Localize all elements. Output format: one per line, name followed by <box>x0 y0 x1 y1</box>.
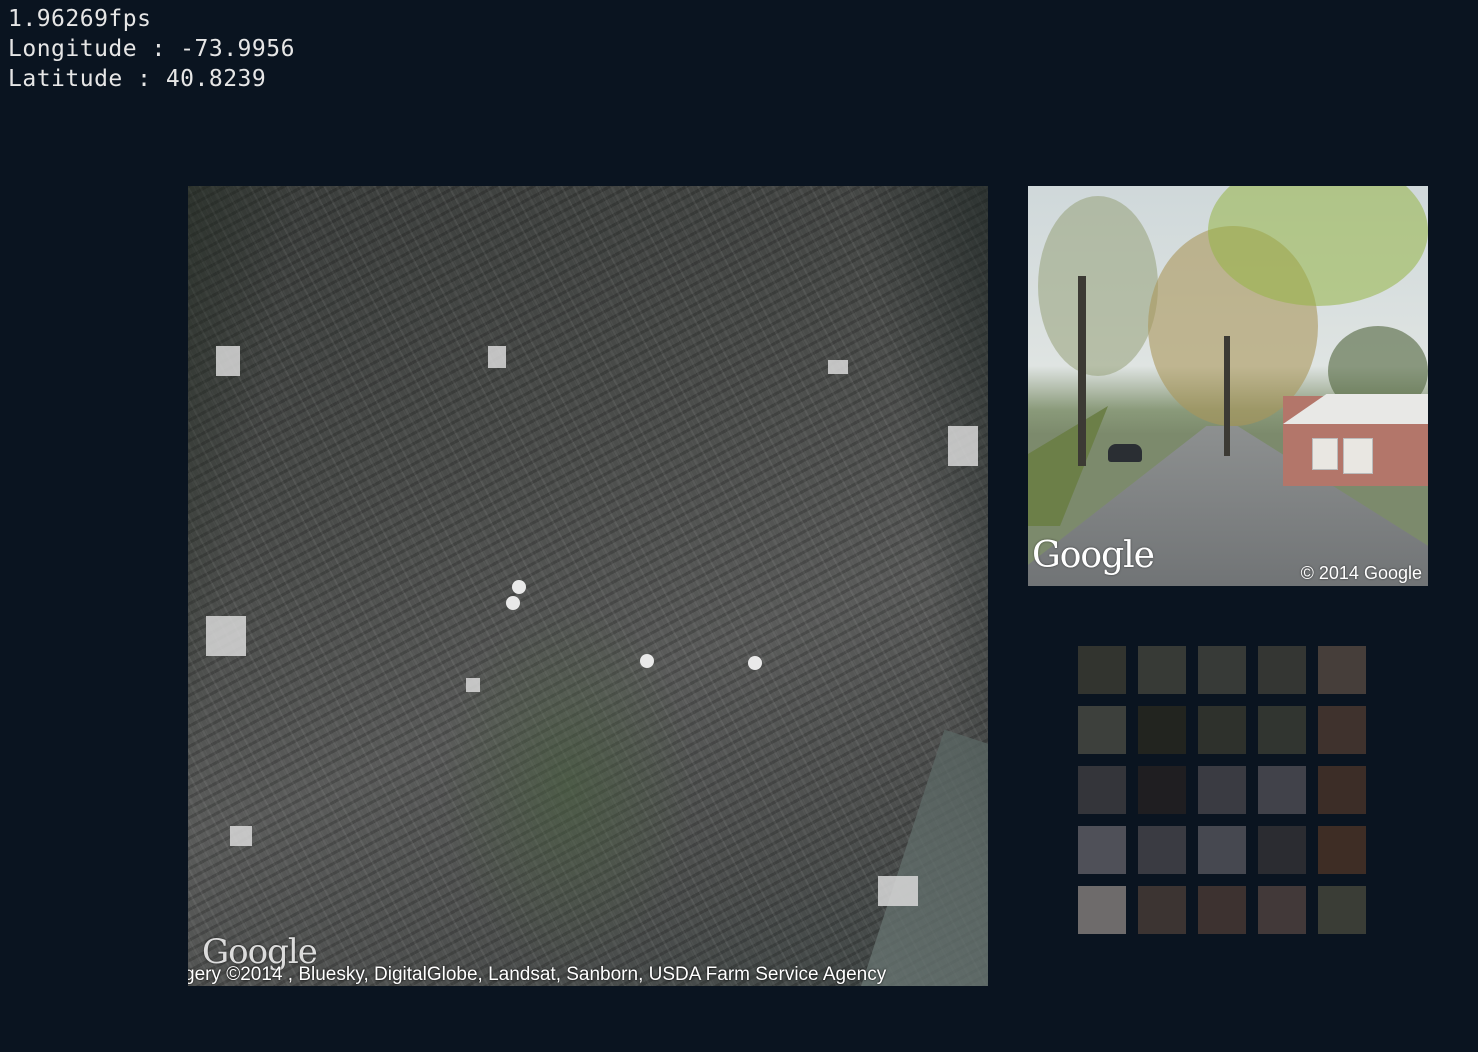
color-swatch <box>1318 766 1366 814</box>
color-swatch <box>1258 886 1306 934</box>
color-swatch <box>1198 826 1246 874</box>
color-swatch <box>1078 706 1126 754</box>
garage-door <box>1343 438 1373 474</box>
building <box>230 826 252 846</box>
color-swatch <box>1138 886 1186 934</box>
tree-canopy <box>1038 196 1158 376</box>
fps-readout: 1.96269fps <box>8 6 152 32</box>
color-swatch <box>1078 826 1126 874</box>
satellite-shading <box>188 186 988 986</box>
copyright-notice: © 2014 Google <box>1300 563 1422 583</box>
building <box>466 678 480 692</box>
building <box>206 616 246 656</box>
tree-trunk <box>1224 336 1230 456</box>
color-swatch <box>1258 766 1306 814</box>
storage-tank <box>640 654 654 668</box>
building <box>488 346 506 368</box>
color-swatch <box>1198 766 1246 814</box>
street-view-image[interactable]: Google © 2014 Google <box>1028 186 1428 586</box>
tree-trunk <box>1078 276 1086 466</box>
building <box>878 876 918 906</box>
color-swatch <box>1258 646 1306 694</box>
color-swatch <box>1078 886 1126 934</box>
color-swatch <box>1258 826 1306 874</box>
color-swatch <box>1318 886 1366 934</box>
color-palette-grid <box>1078 646 1366 934</box>
parked-car <box>1108 444 1142 462</box>
color-swatch <box>1198 886 1246 934</box>
lawn <box>1028 406 1108 526</box>
color-swatch <box>1078 766 1126 814</box>
color-swatch <box>1138 766 1186 814</box>
storage-tank <box>506 596 520 610</box>
color-swatch <box>1078 646 1126 694</box>
longitude-readout: Longitude : -73.9956 <box>8 36 295 62</box>
color-swatch <box>1318 826 1366 874</box>
color-swatch <box>1198 646 1246 694</box>
building <box>948 426 978 466</box>
building <box>828 360 848 374</box>
color-swatch <box>1258 706 1306 754</box>
color-swatch <box>1198 706 1246 754</box>
imagery-attribution: gery ©2014 , Bluesky, DigitalGlobe, Land… <box>188 964 887 985</box>
building <box>216 346 240 376</box>
satellite-map[interactable]: Google gery ©2014 , Bluesky, DigitalGlob… <box>188 186 988 986</box>
garage-door <box>1312 438 1338 470</box>
latitude-readout: Latitude : 40.8239 <box>8 66 267 92</box>
color-swatch <box>1138 646 1186 694</box>
color-swatch <box>1318 646 1366 694</box>
google-logo: Google <box>1032 535 1155 576</box>
color-swatch <box>1138 826 1186 874</box>
hud-overlay: 1.96269fps Longitude : -73.9956 Latitude… <box>8 4 295 94</box>
color-swatch <box>1318 706 1366 754</box>
storage-tank <box>512 580 526 594</box>
color-swatch <box>1138 706 1186 754</box>
storage-tank <box>748 656 762 670</box>
